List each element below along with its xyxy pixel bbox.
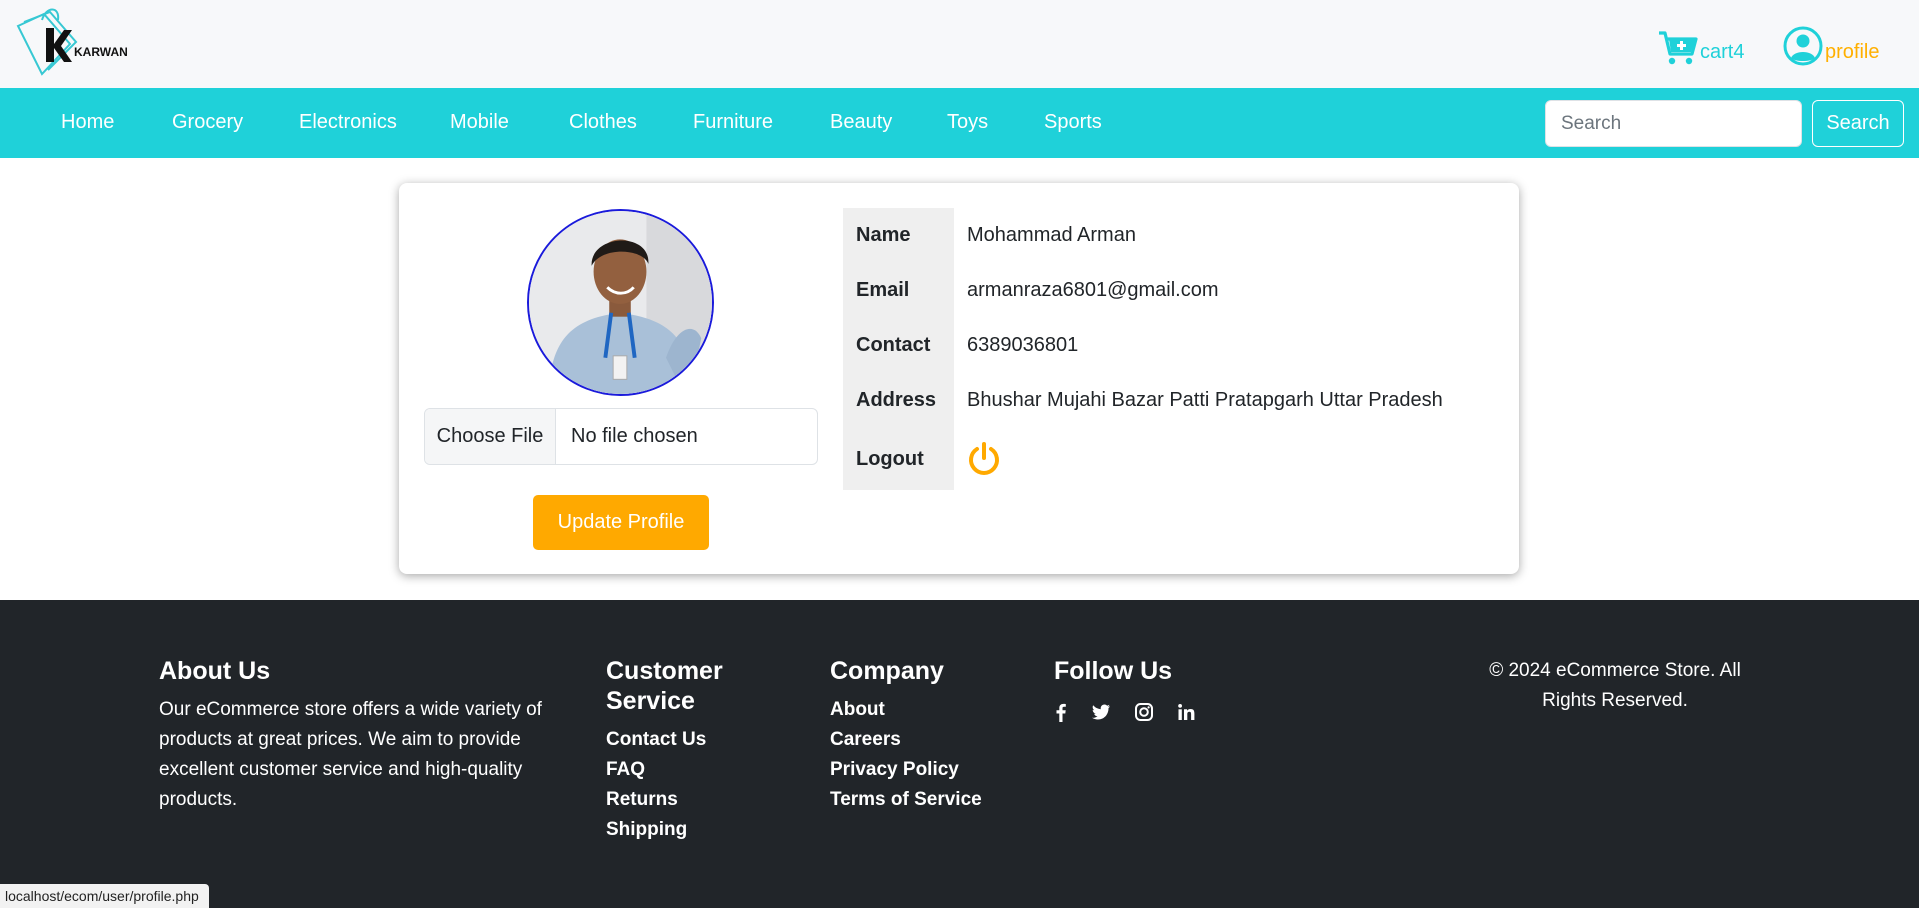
cart-plus-icon — [1659, 31, 1698, 65]
logo-text: KARWAN — [74, 45, 128, 59]
copyright-text: © 2024 eCommerce Store. All Rights Reser… — [1489, 660, 1741, 711]
company-heading: Company — [830, 657, 944, 685]
footer-link-about[interactable]: About — [830, 695, 885, 725]
footer-link-contact-us[interactable]: Contact Us — [606, 725, 706, 755]
footer-link-shipping[interactable]: Shipping — [606, 815, 687, 845]
name-label: Name — [843, 208, 954, 263]
contact-label: Contact — [843, 318, 954, 373]
footer-link-terms-of-service[interactable]: Terms of Service — [830, 785, 982, 815]
nav-clothes[interactable]: Clothes — [569, 111, 637, 134]
profile-avatar — [527, 209, 714, 396]
instagram-icon[interactable] — [1133, 701, 1155, 723]
twitter-icon[interactable] — [1090, 701, 1112, 723]
nav-sports[interactable]: Sports — [1044, 111, 1102, 134]
nav-mobile[interactable]: Mobile — [450, 111, 509, 134]
cart-label: cart4 — [1700, 41, 1745, 63]
info-row-contact: Contact 6389036801 — [843, 318, 1443, 373]
browser-status-url: localhost/ecom/user/profile.php — [0, 884, 209, 908]
top-header: KARWAN cart4 profile — [0, 0, 1919, 88]
profile-info-table: Name Mohammad Arman Email armanraza6801@… — [843, 208, 1443, 490]
nav-electronics[interactable]: Electronics — [299, 111, 397, 134]
info-row-address: Address Bhushar Mujahi Bazar Patti Prata… — [843, 373, 1443, 428]
name-value: Mohammad Arman — [967, 224, 1136, 246]
cart-link[interactable]: cart4 — [1658, 26, 1744, 66]
facebook-icon[interactable] — [1050, 701, 1072, 723]
email-label: Email — [843, 263, 954, 318]
follow-us-heading: Follow Us — [1054, 657, 1173, 685]
about-us-heading: About Us — [159, 657, 271, 685]
profile-photo-file-input[interactable]: Choose File No file chosen — [424, 408, 818, 465]
power-icon[interactable] — [967, 442, 1001, 476]
about-us-text: Our eCommerce store offers a wide variet… — [159, 699, 542, 810]
user-circle-icon — [1783, 26, 1823, 66]
linkedin-icon[interactable] — [1175, 701, 1197, 723]
file-status-text: No file chosen — [571, 425, 698, 447]
nav-furniture[interactable]: Furniture — [693, 111, 773, 134]
nav-home[interactable]: Home — [61, 111, 114, 134]
logout-cell — [954, 428, 1443, 490]
choose-file-button[interactable]: Choose File — [425, 409, 556, 464]
customer-service-heading: Customer Service — [606, 657, 723, 715]
footer-link-careers[interactable]: Careers — [830, 725, 901, 755]
info-row-name: Name Mohammad Arman — [843, 208, 1443, 263]
info-row-email: Email armanraza6801@gmail.com — [843, 263, 1443, 318]
search-button[interactable]: Search — [1812, 100, 1904, 147]
search-input[interactable] — [1545, 100, 1802, 147]
contact-value: 6389036801 — [967, 334, 1079, 356]
profile-label: profile — [1825, 41, 1880, 63]
logout-label: Logout — [843, 428, 954, 490]
profile-link[interactable]: profile — [1783, 26, 1879, 66]
footer-link-privacy-policy[interactable]: Privacy Policy — [830, 755, 959, 785]
footer-link-returns[interactable]: Returns — [606, 785, 678, 815]
nav-toys[interactable]: Toys — [947, 111, 988, 134]
address-value: Bhushar Mujahi Bazar Patti Pratapgarh Ut… — [967, 389, 1443, 411]
update-profile-button[interactable]: Update Profile — [533, 495, 709, 550]
footer-link-faq[interactable]: FAQ — [606, 755, 645, 785]
nav-grocery[interactable]: Grocery — [172, 111, 243, 134]
email-value: armanraza6801@gmail.com — [967, 279, 1219, 301]
karwan-logo[interactable]: KARWAN — [14, 4, 130, 80]
info-row-logout: Logout — [843, 428, 1443, 490]
address-label: Address — [843, 373, 954, 428]
nav-beauty[interactable]: Beauty — [830, 111, 892, 134]
